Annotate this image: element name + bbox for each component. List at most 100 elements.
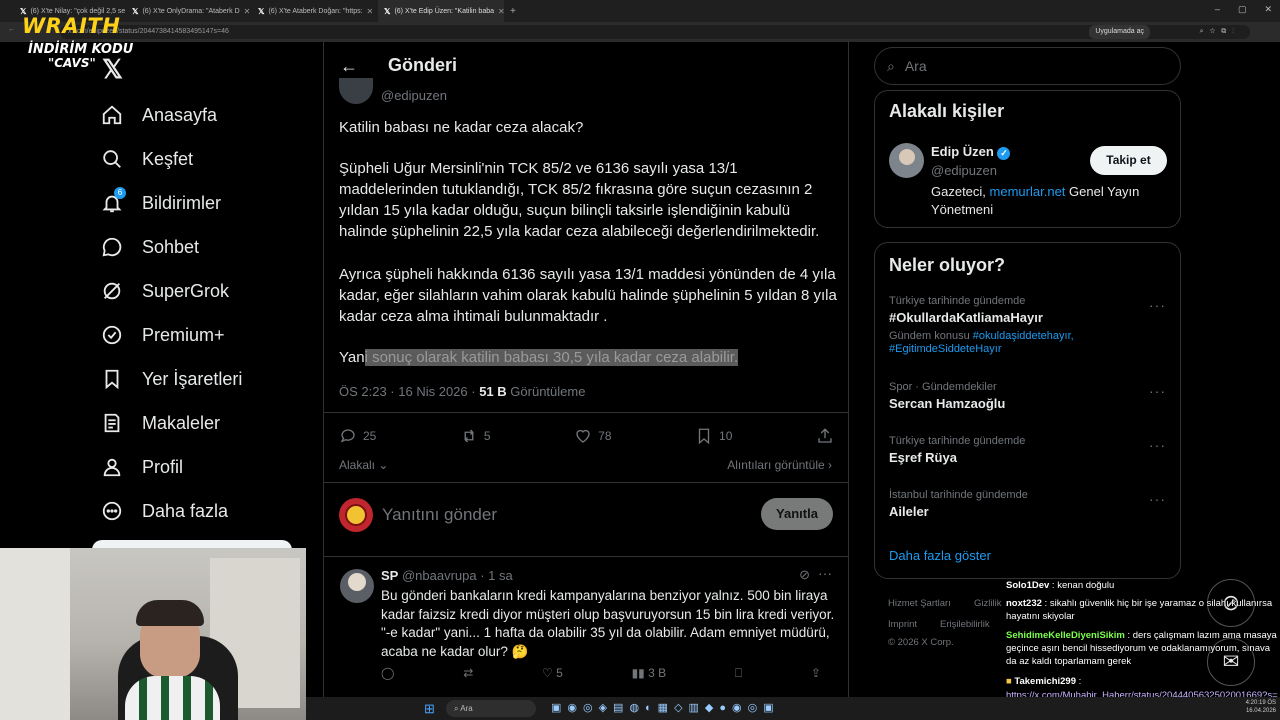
search-input[interactable]: ⌕ Ara [874,47,1181,85]
trend-item[interactable]: Spor · Gündemdekiler Sercan Hamzaoğlu [889,381,1005,411]
reply-name[interactable]: SP [381,568,398,583]
maximize-icon[interactable]: ▢ [1238,4,1247,15]
grok-icon[interactable]: ⊘ [799,567,810,583]
chat-user: noxt232 [1006,598,1042,609]
trends-panel: Neler oluyor? Türkiye tarihinde gündemde… [874,242,1181,579]
heart-icon [576,429,590,443]
trend-item[interactable]: Türkiye tarihinde gündemde #OkullardaKat… [889,295,1169,355]
back-icon[interactable]: ← [8,26,15,33]
post-timestamp[interactable]: ÖS 2:23 · 16 Nis 2026 · [339,384,476,399]
reply-action[interactable]: 25 [339,427,376,445]
footer-link[interactable]: Imprint [888,619,917,630]
person-handle[interactable]: @edipuzen [931,163,997,178]
footer-link[interactable]: Erişilebilirlik [940,619,990,630]
nav-item-supergrok[interactable]: SuperGrok [100,276,229,306]
author-handle[interactable]: @edipuzen [381,88,447,103]
reply-input[interactable]: Yanıtını gönder [382,505,497,525]
bio-link[interactable]: memurlar.net [990,184,1066,199]
trend-tag-link[interactable]: #okuldaşiddetehayır, [973,330,1074,342]
grok-icon [100,279,124,303]
more-options-icon[interactable]: ··· [1149,491,1166,507]
person-avatar[interactable] [889,143,924,178]
views-count: 51 B [479,384,507,399]
more-options-icon[interactable]: ··· [818,565,832,581]
taskbar-search[interactable]: ⌕ Ara [446,700,536,717]
more-options-icon[interactable]: ··· [1149,297,1166,313]
person-name-row[interactable]: Edip Üzen ✓ [931,144,1011,160]
taskbar-clock[interactable]: 4:20:19 ÖS 16.04.2026 [1246,699,1276,715]
bookmark-icon[interactable]: ⎕ [735,666,742,681]
like-count: 78 [598,429,612,443]
browser-tab[interactable]: 𝕏 (6) X'te OnlyDrama: "Ataberk D ✕ [126,0,252,22]
like-action[interactable]: ♡ 5 [542,666,563,681]
share-icon[interactable]: ⇪ [811,666,821,681]
repost-count: 5 [483,429,491,443]
tab-label: (6) X'te OnlyDrama: "Ataberk D [142,7,240,15]
follow-button[interactable]: Takip et [1090,146,1167,175]
chat-text: kenan doğulu [1057,580,1115,591]
reply-text: Bu gönderi bankaların kredi kampanyaları… [381,588,835,659]
nav-label: Keşfet [142,148,194,169]
chat-message: ■ Takemichi299 : [1006,676,1082,687]
trend-name: #OkullardaKatliamaHayır [889,310,1043,325]
overlay-brand: WRAITH [22,14,121,38]
footer-link[interactable]: Gizlilik [974,598,1001,609]
url-field[interactable]: x.com/edipuzen/status/204473841458349514… [60,25,1250,39]
nav-item-explore[interactable]: Keşfet [100,144,193,174]
taskbar-app-icons[interactable]: ▣◉◎◈▤◍◐▦◇▥◆●◉◎▣ [551,701,780,714]
nav-label: Sohbet [142,236,200,257]
reply-view-count: 3 B [648,666,667,680]
nav-item-chat[interactable]: Sohbet [100,232,199,262]
nav-item-notifications[interactable]: 6 Bildirimler [100,187,221,218]
share-action[interactable] [816,427,834,445]
trend-item[interactable]: İstanbul tarihinde gündemde Aileler [889,489,1028,519]
trend-name: Aileler [889,504,929,519]
browser-tab[interactable]: 𝕏 (6) X'te Ataberk Doğan: "https: ✕ [252,0,378,22]
reply-icon[interactable]: ◯ [381,666,394,681]
x-logo-icon[interactable]: 𝕏 [102,54,123,85]
repost-icon[interactable]: ⇄ [463,666,473,681]
new-tab-icon[interactable]: + [510,6,516,17]
nav-item-bookmarks[interactable]: Yer İşaretleri [100,364,242,394]
open-in-app-button[interactable]: Uygulamada aç [1089,25,1150,39]
nav-item-profile[interactable]: Profil [100,452,183,482]
more-options-icon[interactable]: ··· [1149,437,1166,453]
back-arrow-icon[interactable]: ← [340,56,358,77]
webcam-feed [0,548,306,720]
close-icon[interactable]: ✕ [498,7,504,16]
windows-start-icon[interactable]: ⊞ [424,701,435,717]
avatar-head [348,573,366,591]
view-quotes-link[interactable]: Alıntıları görüntüle › [727,458,832,472]
trend-tag-link[interactable]: #EgitimdeSiddeteHayır [889,343,1169,355]
trend-item[interactable]: Türkiye tarihinde gündemde Eşref Rüya [889,435,1025,465]
chat-message: Solo1Dev : kenan doğulu [1006,580,1115,591]
page-title: Gönderi [388,55,458,75]
show-more-link[interactable]: Daha fazla göster [889,548,991,563]
footer-link[interactable]: Hizmet Şartları [888,598,951,609]
repost-action[interactable]: 5 [460,427,491,445]
browser-tab-active[interactable]: 𝕏 (6) X'te Edip Üzen: "Katilin baba ✕ [378,0,504,22]
reply-button[interactable]: Yanıtla [761,498,833,530]
nav-item-home[interactable]: Anasayfa [100,100,217,130]
avatar[interactable] [339,78,373,104]
like-action[interactable]: 78 [574,427,612,445]
nav-item-more[interactable]: Daha fazla [100,496,228,526]
close-window-icon[interactable]: ✕ [1264,4,1272,15]
minimize-icon[interactable]: – [1215,4,1220,15]
close-icon[interactable]: ✕ [367,7,374,16]
views-action[interactable]: ▮▮ 3 B [632,666,667,681]
reply-icon [340,429,355,443]
window-light [0,548,70,720]
reply-avatar[interactable] [340,569,374,603]
more-options-icon[interactable]: ··· [1149,383,1166,399]
reply-handle[interactable]: @nbaavrupa · 1 sa [402,568,513,583]
close-icon[interactable]: ✕ [244,7,251,16]
nav-label: Anasayfa [142,104,218,125]
related-dropdown[interactable]: Alakalı ⌄ [339,458,388,472]
bookmark-action[interactable]: 10 [695,427,732,445]
browser-toolbar-icons[interactable]: ⌕☆⧉⋮ [1200,25,1240,39]
nav-item-premium[interactable]: Premium+ [100,320,225,350]
user-avatar[interactable] [339,498,373,532]
nav-item-articles[interactable]: Makaleler [100,408,220,438]
tab-label: (6) X'te Ataberk Doğan: "https: [268,7,363,15]
